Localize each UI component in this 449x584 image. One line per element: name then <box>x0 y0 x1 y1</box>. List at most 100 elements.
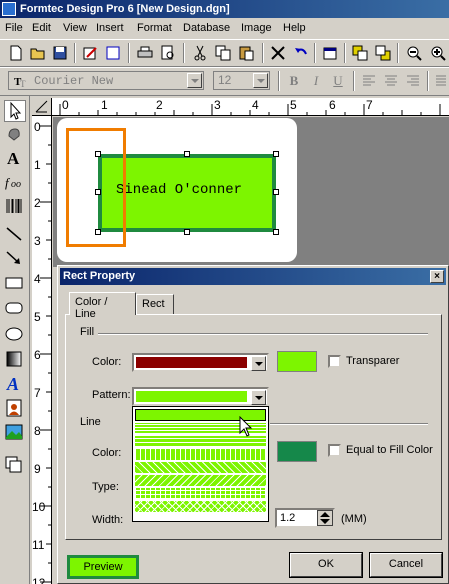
edit-page-icon[interactable] <box>80 43 100 63</box>
selection-handle[interactable] <box>95 151 101 157</box>
pattern-combo[interactable] <box>132 387 269 406</box>
toolbar-separator <box>262 43 264 63</box>
hand-tool-icon[interactable] <box>4 124 26 146</box>
rect-text: Sinead O'conner <box>116 182 243 198</box>
selection-handle[interactable] <box>95 229 101 235</box>
italic-button[interactable]: I <box>306 71 326 91</box>
ruler-label: 4 <box>34 272 41 286</box>
line-color-picker-button[interactable] <box>277 441 317 462</box>
zoom-out-icon[interactable] <box>404 43 424 63</box>
ok-button[interactable]: OK <box>289 552 363 578</box>
font-size-value: 12 <box>218 73 232 87</box>
rectangle-icon[interactable] <box>103 43 123 63</box>
menu-insert[interactable]: Insert <box>96 22 124 34</box>
pattern-option-cross[interactable] <box>135 488 266 499</box>
save-icon[interactable] <box>50 43 70 63</box>
ellipse-tool-icon[interactable] <box>4 324 26 346</box>
menu-format[interactable]: Format <box>137 22 172 34</box>
ruler-label: 10 <box>32 500 46 514</box>
delete-icon[interactable] <box>268 43 288 63</box>
ruler-label: 6 <box>34 348 41 362</box>
close-icon[interactable]: × <box>430 270 444 283</box>
chevron-down-icon[interactable] <box>187 73 202 88</box>
selection-handle[interactable] <box>95 189 101 195</box>
tab-color-line[interactable]: Color / Line <box>69 292 136 320</box>
line-tool-icon[interactable] <box>4 224 26 246</box>
menu-database[interactable]: Database <box>183 22 230 34</box>
undo-icon[interactable] <box>291 43 311 63</box>
align-left-icon[interactable] <box>359 71 379 91</box>
line-width-value: 1.2 <box>280 512 296 524</box>
bring-front-icon[interactable] <box>350 43 370 63</box>
underline-button[interactable]: U <box>328 71 348 91</box>
menu-help[interactable]: Help <box>283 22 306 34</box>
selection-handle[interactable] <box>273 189 279 195</box>
bold-button[interactable]: B <box>284 71 304 91</box>
select-arrow-icon[interactable] <box>4 100 26 122</box>
fill-color-combo[interactable] <box>132 353 269 372</box>
pattern-option-diagonal[interactable] <box>135 462 266 473</box>
zoom-in-icon[interactable] <box>428 43 448 63</box>
standard-toolbar <box>0 39 449 67</box>
selection-handle[interactable] <box>273 229 279 235</box>
menu-edit[interactable]: Edit <box>32 22 51 34</box>
properties-icon[interactable] <box>320 43 340 63</box>
toolbar-separator <box>74 43 76 63</box>
app-icon <box>2 2 16 16</box>
menu-view[interactable]: View <box>63 22 87 34</box>
selection-handle[interactable] <box>184 151 190 157</box>
menu-file[interactable]: File <box>5 22 23 34</box>
transparent-checkbox[interactable] <box>328 355 341 368</box>
pattern-option-diagonal-cross[interactable] <box>135 501 266 512</box>
print-preview-icon[interactable] <box>158 43 178 63</box>
paste-icon[interactable] <box>236 43 256 63</box>
horizontal-ruler: 0 1 2 3 4 5 6 7 <box>52 98 449 116</box>
selection-handle[interactable] <box>273 151 279 157</box>
svg-text:A: A <box>7 149 20 168</box>
formula-tool-icon[interactable]: f oo <box>4 172 26 194</box>
copy-icon[interactable] <box>213 43 233 63</box>
font-size-combo[interactable]: 12 <box>213 71 270 90</box>
rectangle-tool-icon[interactable] <box>4 273 26 295</box>
selection-handle[interactable] <box>184 229 190 235</box>
arrow-line-icon[interactable] <box>4 248 26 270</box>
svg-text:T: T <box>20 79 26 88</box>
text-tool-icon[interactable]: A <box>4 148 26 170</box>
ruler-label: 1 <box>34 158 41 172</box>
open-folder-icon[interactable] <box>28 43 48 63</box>
pattern-swatch <box>136 391 247 402</box>
align-center-icon[interactable] <box>381 71 401 91</box>
justify-icon[interactable] <box>432 71 448 91</box>
group-objects-icon[interactable] <box>4 455 26 477</box>
font-name-combo[interactable]: TT Courier New <box>8 71 204 90</box>
new-file-icon[interactable] <box>6 43 26 63</box>
art-text-icon[interactable]: A <box>4 373 26 395</box>
spin-button[interactable] <box>317 510 333 526</box>
equal-fill-checkbox[interactable] <box>328 444 341 457</box>
font-name-value: Courier New <box>34 74 114 88</box>
gradient-tool-icon[interactable] <box>4 349 26 371</box>
pattern-option-vertical[interactable] <box>135 449 266 460</box>
preview-button[interactable]: Preview <box>67 555 139 579</box>
menu-image[interactable]: Image <box>241 22 272 34</box>
ruler-label: 6 <box>329 98 336 112</box>
fill-color-label: Color: <box>92 356 122 368</box>
ruler-label: 0 <box>34 120 41 134</box>
picture-frame-icon[interactable] <box>4 398 26 420</box>
line-width-input[interactable]: 1.2 <box>275 508 335 528</box>
chevron-down-icon[interactable] <box>253 73 268 88</box>
fill-color-picker-button[interactable] <box>277 351 317 372</box>
chevron-down-icon[interactable] <box>251 356 266 371</box>
print-icon[interactable] <box>135 43 155 63</box>
barcode-icon[interactable] <box>4 196 26 218</box>
chevron-down-icon[interactable] <box>251 390 266 405</box>
align-right-icon[interactable] <box>403 71 423 91</box>
cancel-button[interactable]: Cancel <box>369 552 443 578</box>
menu-bar: File Edit View Insert Format Database Im… <box>0 19 449 39</box>
rounded-rect-icon[interactable] <box>4 298 26 320</box>
cut-icon[interactable] <box>190 43 210 63</box>
send-back-icon[interactable] <box>373 43 393 63</box>
pattern-option-back-diagonal[interactable] <box>135 475 266 486</box>
tab-rect[interactable]: Rect <box>136 294 174 314</box>
image-tool-icon[interactable] <box>4 422 26 444</box>
